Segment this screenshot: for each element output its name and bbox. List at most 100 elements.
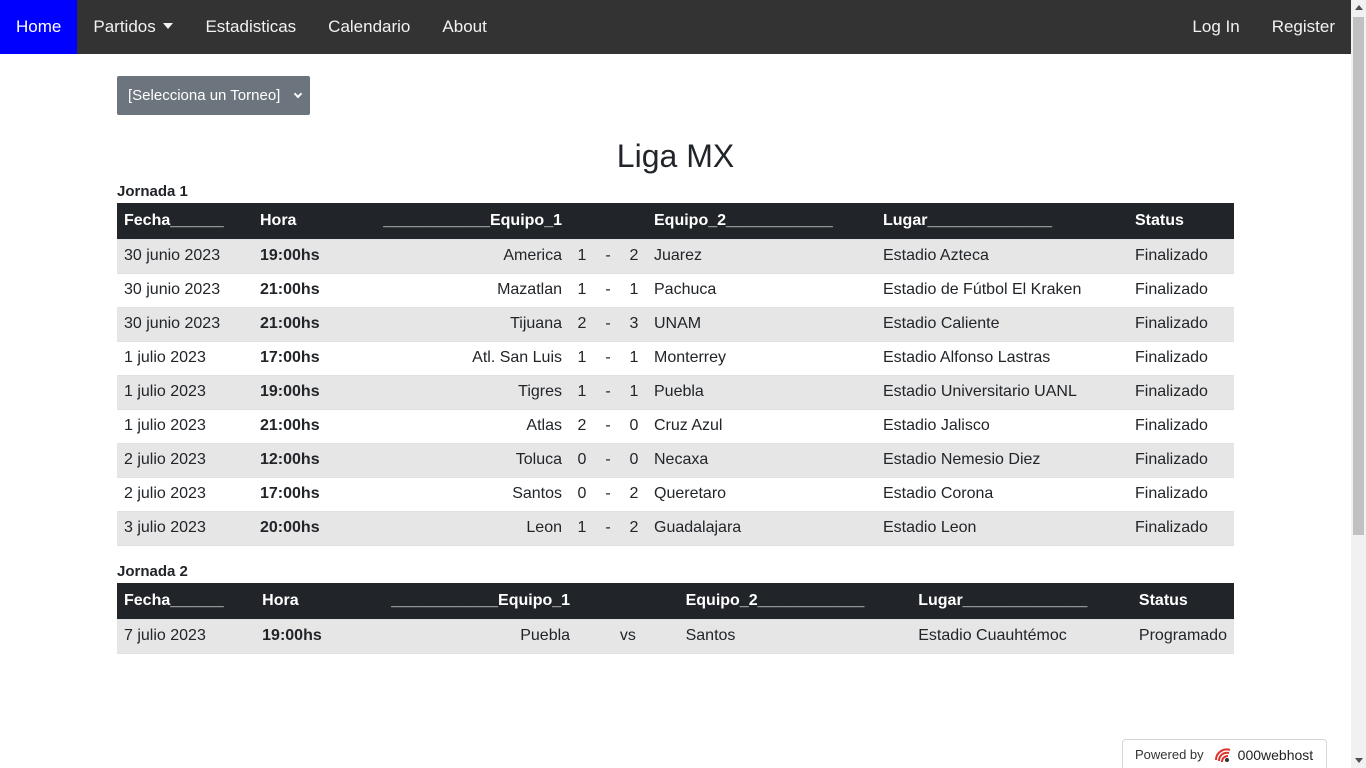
torneo-select[interactable]: [Selecciona un Torneo]: [117, 76, 310, 115]
table-row: 2 julio 2023 17:00hs Santos 0-2 Queretaro Est…: [117, 476, 1234, 511]
col-lugar: Lugar______________: [883, 211, 1053, 229]
cell-fecha: 30 junio 2023: [117, 306, 253, 341]
webhost-logo-icon: [1214, 748, 1230, 762]
col-hora: Hora: [260, 211, 297, 229]
cell-equipo-2: Puebla: [647, 374, 876, 409]
cell-goles-1: 2: [569, 408, 595, 443]
col-fecha: Fecha______: [124, 211, 224, 229]
col-separator: [595, 203, 621, 239]
nav-partidos-dropdown[interactable]: Partidos: [77, 0, 189, 54]
table-header-row: Fecha______ Hora ____________Equipo_1 Eq…: [117, 203, 1234, 239]
cell-status: Finalizado: [1128, 374, 1234, 409]
scroll-up-arrow-icon[interactable]: [1351, 0, 1366, 15]
cell-lugar: Estadio Azteca: [876, 238, 1128, 273]
top-navbar: Home Partidos Estadisticas Calendario Ab…: [0, 0, 1351, 54]
cell-goles-1: 1: [569, 510, 595, 546]
col-equipo-2: Equipo_2____________: [654, 211, 833, 229]
scroll-down-arrow-icon[interactable]: [1351, 753, 1366, 768]
cell-fecha: 2 julio 2023: [117, 442, 253, 477]
cell-goles-2: 1: [621, 374, 647, 409]
col-hora: Hora: [262, 591, 299, 609]
table-row: 1 julio 2023 19:00hs Tigres 1-1 Puebla Estadi…: [117, 374, 1234, 409]
cell-hora: 19:00hs: [255, 618, 385, 654]
cell-fecha: 1 julio 2023: [117, 408, 253, 443]
col-equipo-2: Equipo_2____________: [685, 591, 865, 609]
cell-hora: 12:00hs: [253, 442, 375, 477]
cell-equipo-1: Puebla: [384, 618, 578, 654]
cell-lugar: Estadio Nemesio Diez: [876, 442, 1128, 477]
cell-equipo-2: Juarez: [647, 238, 876, 273]
table-row: 30 junio 2023 19:00hs America 1-2 Juarez Esta…: [117, 238, 1234, 273]
table-row: 1 julio 2023 21:00hs Atlas 2-0 Cruz Azul Esta…: [117, 408, 1234, 443]
cell-goles-1: 1: [569, 374, 595, 409]
jornada-label: Jornada 2: [117, 563, 188, 580]
cell-equipo-2: Cruz Azul: [647, 408, 876, 443]
cell-hora: 21:00hs: [253, 272, 375, 307]
table-row: 30 junio 2023 21:00hs Tijuana 2-3 UNAM Estadi…: [117, 306, 1234, 341]
nav-calendario[interactable]: Calendario: [312, 0, 426, 54]
cell-goles-2: 2: [621, 476, 647, 511]
cell-equipo-2: Guadalajara: [647, 510, 876, 546]
cell-fecha: 3 julio 2023: [117, 510, 253, 546]
table-header-row: Fecha______ Hora ____________Equipo_1 Eq…: [117, 583, 1234, 619]
col-status: Status: [1135, 211, 1184, 229]
cell-goles-2: 2: [621, 510, 647, 546]
cell-lugar: Estadio Universitario UANL: [876, 374, 1128, 409]
cell-separator: -: [595, 476, 621, 511]
torneo-select-value: [Selecciona un Torneo]: [128, 87, 281, 104]
col-vs: [577, 583, 679, 619]
cell-separator: -: [595, 408, 621, 443]
cell-hora: 19:00hs: [253, 374, 375, 409]
cell-lugar: Estadio Jalisco: [876, 408, 1128, 443]
col-equipo-1: ____________Equipo_1: [383, 211, 562, 229]
cell-goles-1: 0: [569, 476, 595, 511]
cell-separator: -: [595, 306, 621, 341]
cell-fecha: 7 julio 2023: [117, 618, 256, 654]
cell-separator: -: [595, 442, 621, 477]
vertical-scrollbar[interactable]: [1351, 0, 1366, 768]
cell-equipo-1: Atl. San Luis: [375, 340, 569, 375]
scrollbar-thumb[interactable]: [1353, 17, 1364, 535]
nav-right-group: Log In Register: [1176, 0, 1351, 54]
cell-lugar: Estadio Corona: [876, 476, 1128, 511]
cell-status: Finalizado: [1128, 476, 1234, 511]
cell-separator: -: [595, 374, 621, 409]
cell-goles-2: 2: [621, 238, 647, 273]
cell-equipo-2: Queretaro: [647, 476, 876, 511]
nav-home[interactable]: Home: [0, 0, 78, 54]
cell-equipo-1: Tijuana: [375, 306, 569, 341]
nav-about[interactable]: About: [426, 0, 502, 54]
nav-estadisticas[interactable]: Estadisticas: [189, 0, 312, 54]
caret-down-icon: [163, 22, 174, 29]
cell-goles-1: 1: [569, 272, 595, 307]
cell-equipo-2: Necaxa: [647, 442, 876, 477]
cell-equipo-2: Monterrey: [647, 340, 876, 375]
cell-equipo-1: Toluca: [375, 442, 569, 477]
cell-fecha: 30 junio 2023: [117, 238, 253, 273]
cell-status: Finalizado: [1128, 306, 1234, 341]
cell-separator: -: [595, 272, 621, 307]
powered-by-badge[interactable]: Powered by 000webhost: [1122, 739, 1327, 768]
cell-goles-1: 1: [569, 238, 595, 273]
cell-goles-2: 0: [621, 442, 647, 477]
table-row: 30 junio 2023 21:00hs Mazatlan 1-1 Pachuca Es…: [117, 272, 1234, 307]
cell-equipo-1: Atlas: [375, 408, 569, 443]
cell-hora: 17:00hs: [253, 340, 375, 375]
cell-status: Programado: [1131, 618, 1234, 654]
powered-prefix: Powered by: [1135, 747, 1204, 762]
cell-equipo-2: UNAM: [647, 306, 876, 341]
nav-login[interactable]: Log In: [1176, 0, 1255, 54]
cell-lugar: Estadio Cuauhtémoc: [911, 618, 1132, 654]
table-row: 7 julio 2023 19:00hs Puebla vs Santos Estadio…: [117, 618, 1234, 654]
cell-status: Finalizado: [1128, 510, 1234, 546]
table-row: 3 julio 2023 20:00hs Leon 1-2 Guadalajara Est…: [117, 510, 1234, 546]
cell-hora: 21:00hs: [253, 306, 375, 341]
col-fecha: Fecha______: [124, 591, 224, 609]
cell-goles-2: 1: [621, 272, 647, 307]
cell-goles-2: 1: [621, 340, 647, 375]
table-row: 1 julio 2023 17:00hs Atl. San Luis 1-1 Monte…: [117, 340, 1234, 375]
nav-register[interactable]: Register: [1256, 0, 1351, 54]
cell-fecha: 2 julio 2023: [117, 476, 253, 511]
table-row: 2 julio 2023 12:00hs Toluca 0-0 Necaxa Estadi…: [117, 442, 1234, 477]
cell-equipo-1: Leon: [375, 510, 569, 546]
